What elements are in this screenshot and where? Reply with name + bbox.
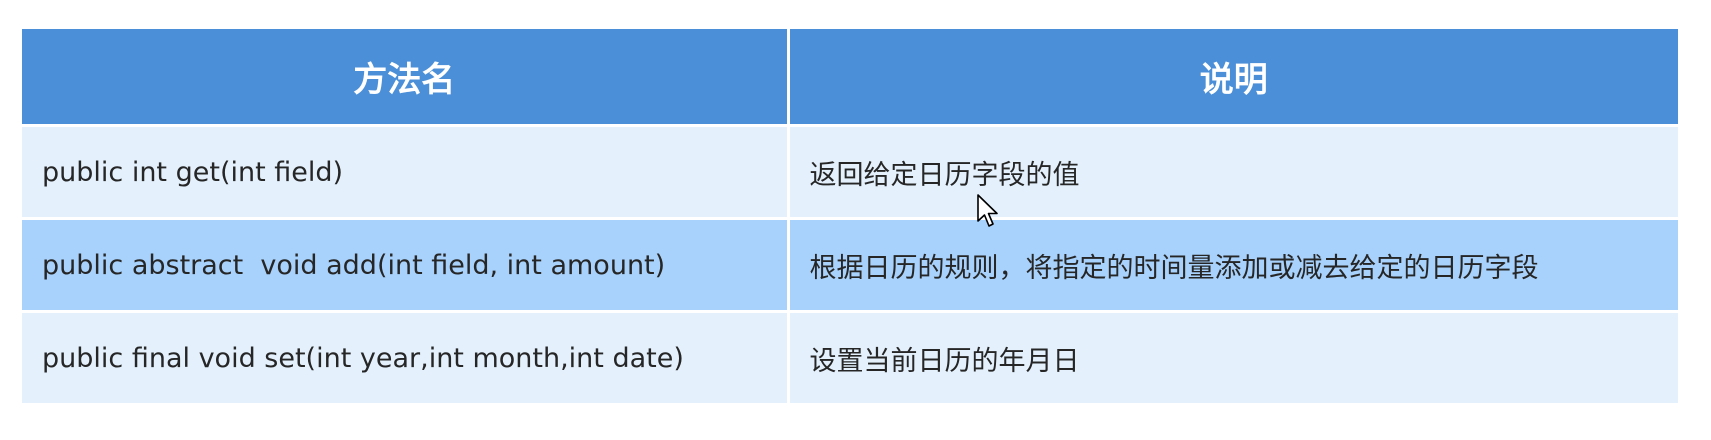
method-description: 根据日历的规则，将指定的时间量添加或减去给定的日历字段 (788, 218, 1678, 313)
method-description: 返回给定日历字段的值 (788, 125, 1678, 220)
method-signature: public abstract void add(int field, int … (22, 218, 790, 313)
method-description: 设置当前日历的年月日 (788, 311, 1678, 403)
method-table: 方法名 说明 public int get(int field) 返回给定日历字… (22, 29, 1678, 403)
table-row: public final void set(int year,int month… (22, 311, 1678, 403)
header-description: 说明 (788, 29, 1678, 127)
method-signature: public int get(int field) (22, 125, 790, 220)
table-row: public int get(int field) 返回给定日历字段的值 (22, 125, 1678, 220)
arrow-cursor-icon (977, 194, 998, 227)
table-row: public abstract void add(int field, int … (22, 218, 1678, 313)
header-method-name: 方法名 (22, 29, 790, 127)
table-header-row: 方法名 说明 (22, 29, 1678, 127)
method-signature: public final void set(int year,int month… (22, 311, 790, 403)
